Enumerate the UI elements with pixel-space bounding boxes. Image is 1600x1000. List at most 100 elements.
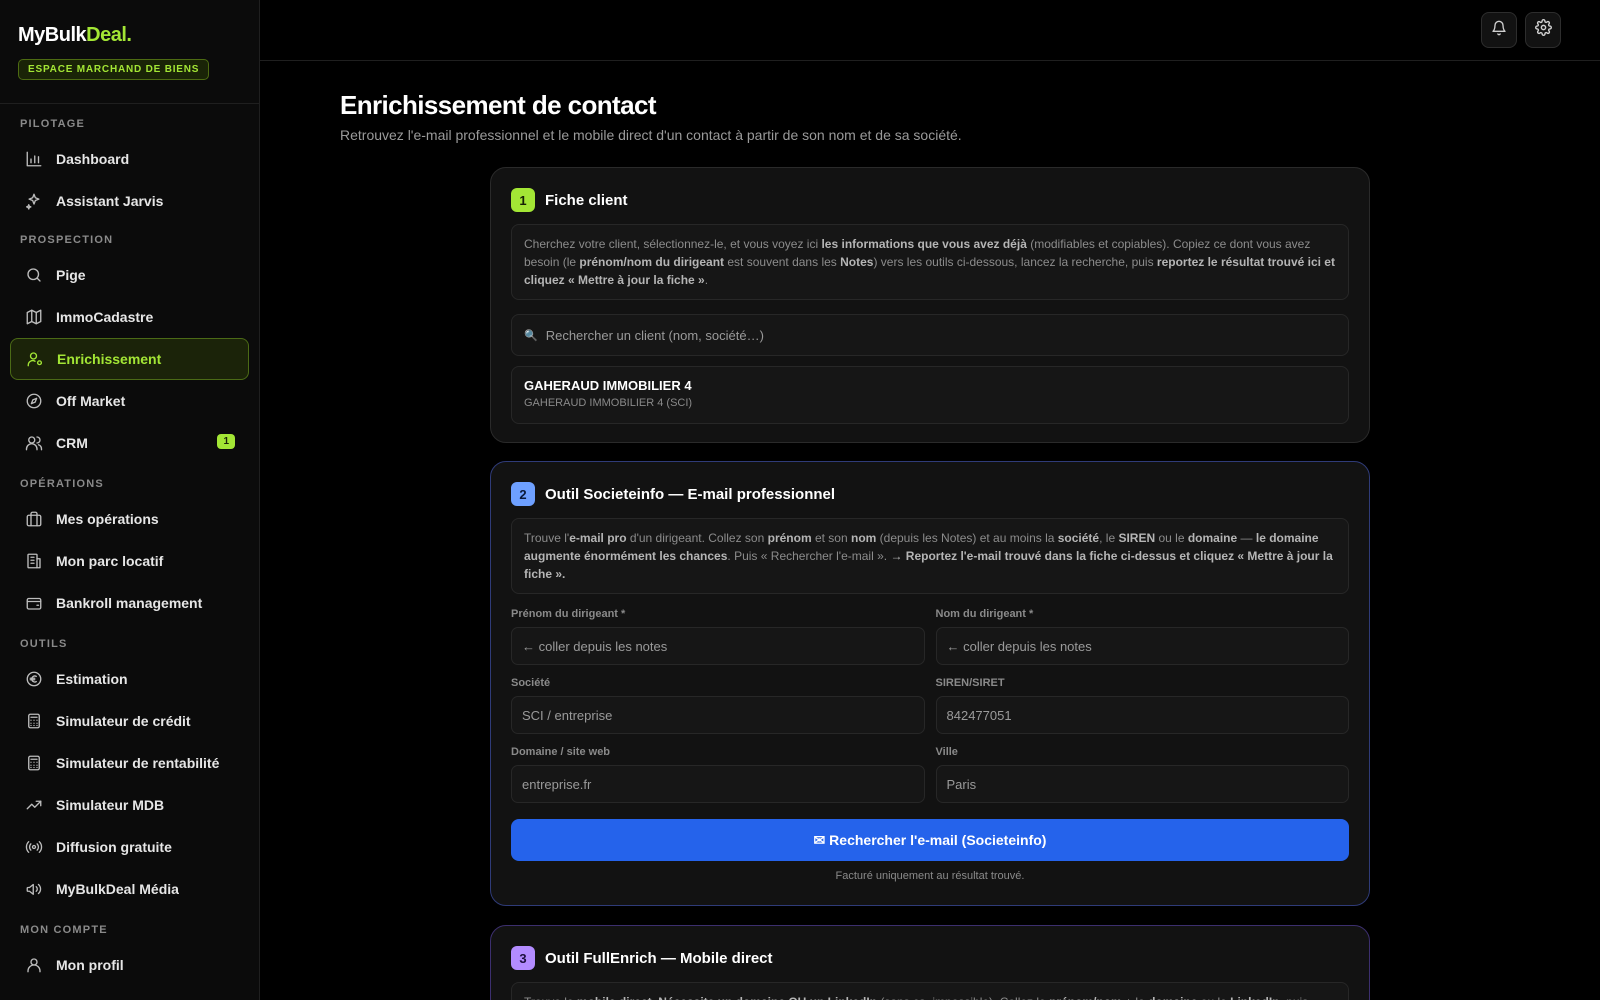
email-tool-card: 2 Outil Societeinfo — E-mail professionn… [490,461,1370,906]
sidebar-item-label: Estimation [56,671,128,687]
search-placeholder: Rechercher un client (nom, société…) [545,327,764,343]
search-email-button[interactable]: ✉ Rechercher l'e-mail (Societeinfo) [511,819,1349,861]
first-name-input[interactable]: ← coller depuis les notes [511,627,925,665]
info-text-segment: Trouve le [524,995,577,1000]
step-badge: 2 [511,482,535,506]
info-text-segment: domaine [1148,995,1197,1000]
user-gear-icon [25,349,45,369]
sidebar-item-label: MyBulkDeal Média [56,881,179,897]
info-text-segment: , puis [1279,995,1308,1000]
info-text-segment: ) vers les outils ci-dessous, lancez la … [873,255,1157,269]
trending-up-icon [24,795,44,815]
sidebar-item-enrichissement[interactable]: Enrichissement [10,338,249,380]
sidebar-item-mes-operations[interactable]: Mes opérations [10,498,249,540]
form-field: Ville Paris [935,746,1349,803]
form-field: Domaine / site web entreprise.fr [511,746,925,803]
page-subtitle: Retrouvez l'e-mail professionnel et le m… [340,127,962,143]
info-text-segment: prénom/nom du dirigeant [579,255,725,269]
topbar [260,0,1600,61]
client-subtitle: GAHERAUD IMMOBILIER 4 (SCI) [524,397,693,409]
client-result-item[interactable]: GAHERAUD IMMOBILIER 4 GAHERAUD IMMOBILIE… [511,366,1349,424]
logo-dot: . [126,24,132,46]
sidebar-item-label: CRM [56,435,88,451]
calculator-icon [24,753,44,773]
step-badge: 3 [511,946,535,970]
sidebar-item-label: Dashboard [56,151,130,167]
gear-icon [1534,19,1552,41]
sidebar-item-label: Assistant Jarvis [56,193,164,209]
company-input[interactable]: SCI / entreprise [511,696,925,734]
info-text-segment: + le [1122,995,1148,1000]
info-text-segment: . [704,273,709,287]
sidebar-item-off-market[interactable]: Off Market [10,380,249,422]
sidebar-item-mon-profil[interactable]: Mon profil [10,944,249,986]
info-text-segment: domaine [1187,531,1238,545]
info-text-segment: Nécessite un domaine OU un LinkedIn [658,995,877,1000]
info-text-segment: (sans ça, impossible). Collez le [877,995,1049,1000]
compass-icon [24,391,44,411]
form-field: Prénom du dirigeant * ← coller depuis les… [511,608,925,665]
info-text-segment: ou le [1197,995,1230,1000]
info-text-segment: nom [850,531,877,545]
mobile-tool-card: 3 Outil FullEnrich — Mobile direct Trouv… [490,925,1370,1000]
last-name-input[interactable]: ← coller depuis les notes [935,627,1349,665]
workspace-badge: ESPACE MARCHAND DE BIENS [18,59,210,80]
sidebar-item-mybulkdeal-media[interactable]: MyBulkDeal Média [10,868,249,910]
sidebar-item-simulateur-mdb[interactable]: Simulateur MDB [10,784,249,826]
sidebar-nav: PILOTAGE Dashboard Assistant Jarvis PROSPEC… [0,104,259,986]
sidebar-item-crm[interactable]: CRM 1 [10,422,249,464]
info-text-segment: LinkedIn [1230,995,1279,1000]
info-text-segment: mobile direct [577,995,652,1000]
field-label: Nom du dirigeant * [935,608,1034,620]
info-text-segment: Notes [840,255,874,269]
email-tool-info: Trouve l'e-mail pro d'un dirigeant. Coll… [511,518,1349,594]
domain-input[interactable]: entreprise.fr [511,765,925,803]
client-card-info: Cherchez votre client, sélectionnez-le, … [511,224,1349,300]
sidebar: MyBulkDeal. ESPACE MARCHAND DE BIENS PIL… [0,0,260,1000]
billing-note: Facturé uniquement au résultat trouvé. [835,870,1025,882]
sidebar-item-label: Mon parc locatif [56,553,164,569]
field-label: Ville [935,746,958,758]
info-text-segment: société [1057,531,1100,545]
sidebar-item-mon-parc-locatif[interactable]: Mon parc locatif [10,540,249,582]
sidebar-item-assistant-jarvis[interactable]: Assistant Jarvis [10,180,249,222]
logo[interactable]: MyBulkDeal. [18,24,241,47]
sidebar-item-immocadastre[interactable]: ImmoCadastre [10,296,249,338]
info-text-segment: , le [1099,531,1119,545]
calculator-icon [24,711,44,731]
sidebar-item-bankroll-management[interactable]: Bankroll management [10,582,249,624]
settings-button[interactable] [1525,12,1561,48]
nav-section-title: MON COMPTE [20,924,108,936]
siren-input[interactable]: 842477051 [935,696,1349,734]
email-tool-form: Prénom du dirigeant * ← coller depuis les… [511,608,1349,815]
sidebar-item-estimation[interactable]: Estimation [10,658,249,700]
info-text-segment: est souvent dans les [724,255,841,269]
info-text-segment: Cherchez votre client, sélectionnez-le, … [524,237,822,251]
nav-section-title: PILOTAGE [20,118,86,130]
sidebar-item-diffusion-gratuite[interactable]: Diffusion gratuite [10,826,249,868]
broadcast-icon [24,837,44,857]
bell-icon [1491,20,1507,41]
info-text-segment: e-mail pro [569,531,627,545]
field-label: Société [511,677,551,689]
sidebar-item-label: Pige [56,267,86,283]
info-text-segment: — [1237,531,1256,545]
sidebar-item-simulateur-de-rentabilite[interactable]: Simulateur de rentabilité [10,742,249,784]
page-header: Enrichissement de contact Retrouvez l'e-… [340,90,1540,143]
sidebar-item-label: Mes opérations [56,511,159,527]
card-title: Outil Societeinfo — E-mail professionnel [545,485,836,503]
city-input[interactable]: Paris [935,765,1349,803]
client-card-header: 1 Fiche client [511,188,1349,212]
sidebar-item-pige[interactable]: Pige [10,254,249,296]
sidebar-item-label: Mon profil [56,957,124,973]
sidebar-item-dashboard[interactable]: Dashboard [10,138,249,180]
sidebar-item-label: Enrichissement [57,351,162,367]
client-search-input[interactable]: 🔍 Rechercher un client (nom, société…) [511,314,1349,356]
info-text-segment: SIREN [1118,531,1156,545]
form-field: Nom du dirigeant * ← coller depuis les no… [935,608,1349,665]
notifications-button[interactable] [1481,12,1517,48]
info-text-segment: . Puis « Rechercher l'e-mail ». [727,549,891,563]
info-text-segment: d'un dirigeant. Collez son [626,531,768,545]
sidebar-item-simulateur-de-credit[interactable]: Simulateur de crédit [10,700,249,742]
nav-section-title: OPÉRATIONS [20,478,104,490]
